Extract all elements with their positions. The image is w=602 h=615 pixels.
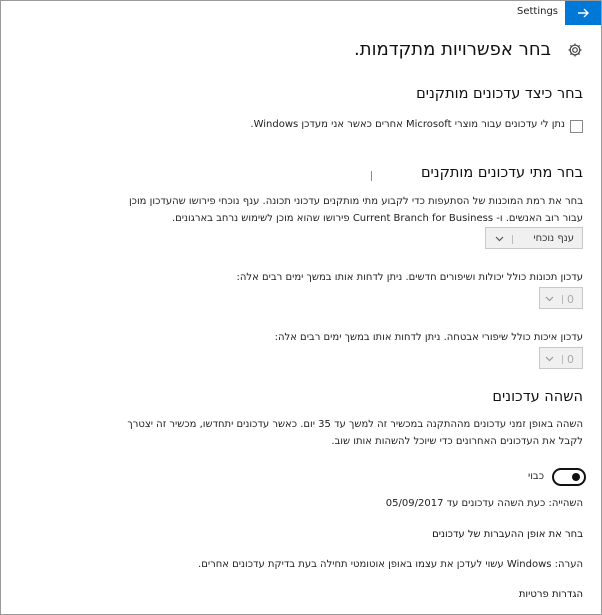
dropdown-separator [512,235,513,244]
toggle-knob [572,473,580,481]
chevron-down-icon [545,296,554,302]
update-note: הערה: Windows עשוי לעדכן את עצמו באופן א… [198,559,583,570]
when-section-heading: בחר מתי עדכונים מותקנים [420,165,583,181]
other-products-label: נתן לי עדכונים עבור מוצרי Microsoft אחרי… [250,119,565,130]
feature-defer-label: עדכון תכונות כולל יכולות ושיפורים חדשים.… [236,272,583,283]
quality-defer-days-dropdown[interactable]: 0 [539,347,583,369]
feature-defer-value: 0 [567,293,574,306]
settings-window: Settings בחר אפשרויות מתקדמות. בחר כיצד … [0,0,602,615]
gear-icon [568,43,582,57]
branch-description-line2: עבור רוב האנשים. ו- Current Branch for B… [171,213,583,224]
privacy-settings-link[interactable]: הגדרות פרטיות [519,586,583,603]
install-section-heading: בחר כיצד עדכונים מותקנים [416,86,583,102]
pause-section-heading: השהה עדכונים [492,389,583,405]
chevron-down-icon [545,356,554,362]
page-title: בחר אפשרויות מתקדמות. [354,39,551,60]
pause-toggle-label: כבוי [527,471,544,482]
chevron-down-icon [495,236,504,242]
back-button[interactable] [565,1,601,25]
branch-readiness-dropdown[interactable]: ענף נוכחי [485,227,583,249]
pause-description-line2: לקבל את העדכונים האחרונים כדי שיוכל להשה… [331,436,583,447]
branch-dropdown-value: ענף נוכחי [533,233,574,244]
delivery-optimization-link[interactable]: בחר את אופן ההעברות של עדכונים [432,526,583,543]
dropdown-separator [562,295,563,304]
other-products-checkbox[interactable] [570,120,583,133]
app-title: Settings [516,6,558,17]
back-arrow-icon [578,8,589,18]
pause-description-line1: השהה באופן זמני עדכונים מההתקנה במכשיר ז… [127,419,583,430]
text-caret [371,171,372,181]
feature-defer-days-dropdown[interactable]: 0 [539,287,583,309]
pause-until-info: השהייה: כעת השהה עדכונים עד 05/09/2017 [385,498,583,509]
title-bar: Settings [1,1,601,25]
pause-updates-toggle[interactable] [552,468,586,486]
other-products-option[interactable]: נתן לי עדכונים עבור מוצרי Microsoft אחרי… [250,119,583,133]
quality-defer-value: 0 [567,353,574,366]
dropdown-separator [562,355,563,364]
branch-description-line1: בחר את רמת המוכנות של הסתעפות כדי לקבוע … [128,196,583,207]
quality-defer-label: עדכון איכות כולל שיפורי אבטחה. ניתן לדחו… [274,332,583,343]
